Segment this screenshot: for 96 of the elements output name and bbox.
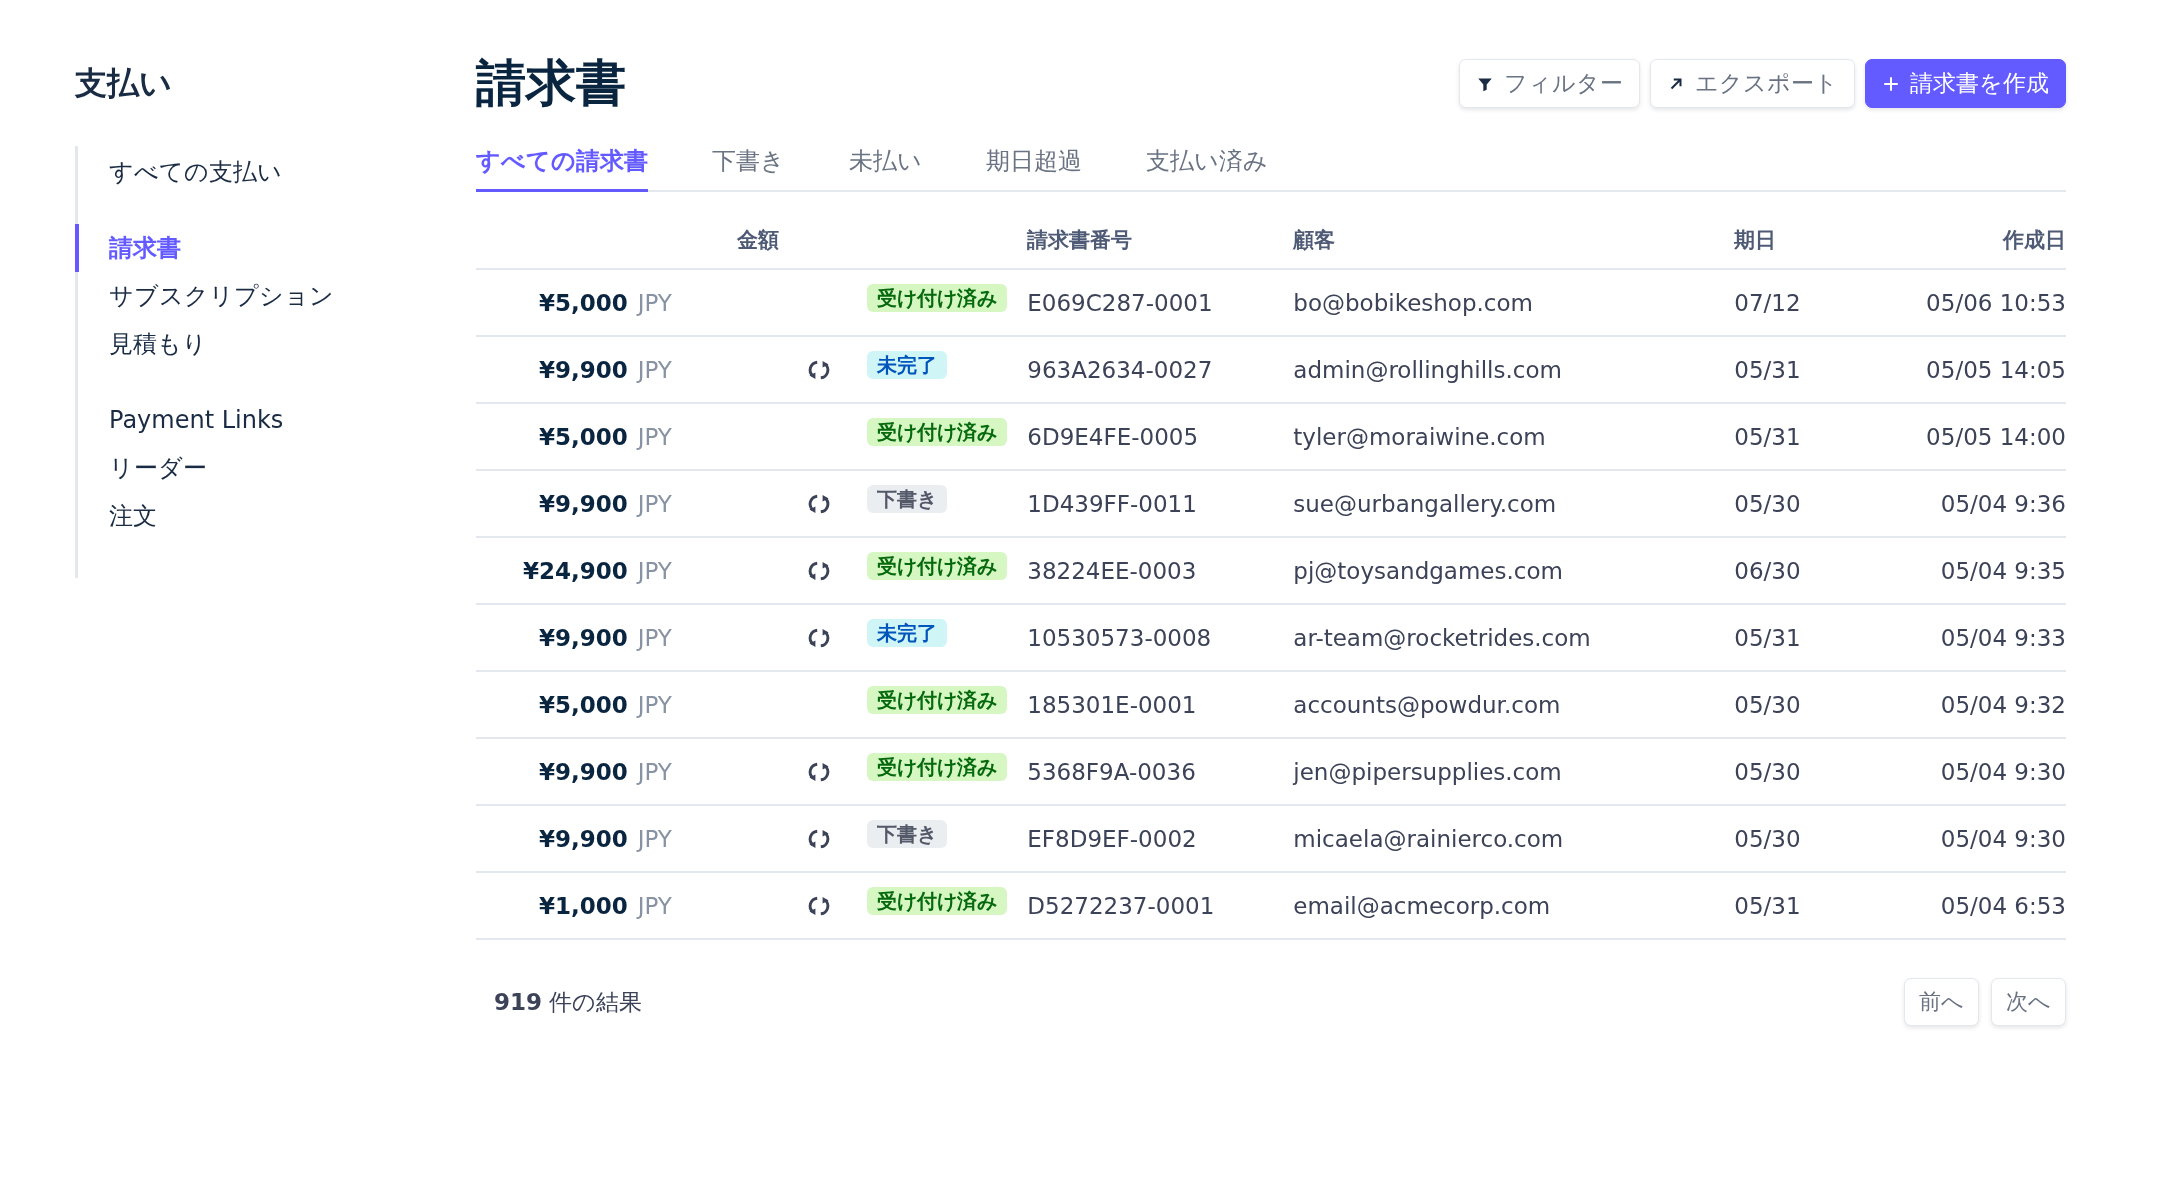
amount-cell: ¥9,900 — [476, 738, 628, 805]
amount-cell: ¥9,900 — [476, 604, 628, 671]
currency-cell: JPY — [627, 269, 780, 336]
created-date-cell: 05/05 14:05 — [1914, 336, 2066, 403]
status-badge: 受け付け済み — [867, 551, 1008, 580]
status-badge: 受け付け済み — [867, 886, 1008, 915]
amount-cell: ¥24,900 — [476, 537, 628, 604]
status-badge: 下書き — [867, 484, 948, 513]
due-date-cell: 06/30 — [1734, 537, 1915, 604]
due-date-cell: 05/31 — [1734, 604, 1915, 671]
tab[interactable]: 未払い — [849, 135, 922, 192]
due-date-cell: 05/31 — [1734, 872, 1915, 939]
currency-cell: JPY — [627, 805, 780, 872]
status-badge: 未完了 — [867, 350, 948, 379]
status-badge: 下書き — [867, 819, 948, 848]
due-date-cell: 05/31 — [1734, 336, 1915, 403]
sidebar-item[interactable]: Payment Links — [75, 396, 476, 444]
tab[interactable]: 期日超過 — [986, 135, 1082, 192]
status-badge: 受け付け済み — [867, 417, 1008, 446]
filter-button[interactable]: フィルター — [1459, 59, 1640, 108]
created-date-cell: 05/05 14:00 — [1914, 403, 2066, 470]
due-date-cell: 05/30 — [1734, 470, 1915, 537]
plus-icon — [1882, 74, 1900, 93]
sidebar-item[interactable]: 注文 — [75, 492, 476, 540]
customer-cell: email@acmecorp.com — [1293, 872, 1735, 939]
amount-cell: ¥9,900 — [476, 336, 628, 403]
due-date-cell: 05/30 — [1734, 671, 1915, 738]
customer-cell: jen@pipersupplies.com — [1293, 738, 1735, 805]
invoice-number-cell: E069C287-0001 — [1027, 269, 1294, 336]
export-button[interactable]: エクスポート — [1650, 59, 1855, 108]
sidebar-item[interactable]: リーダー — [75, 444, 476, 492]
due-date-cell: 07/12 — [1734, 269, 1915, 336]
column-header: 金額 — [476, 214, 780, 269]
currency-cell: JPY — [627, 872, 780, 939]
due-date-cell: 05/30 — [1734, 738, 1915, 805]
due-date-cell: 05/30 — [1734, 805, 1915, 872]
invoice-number-cell: D5272237-0001 — [1027, 872, 1294, 939]
customer-cell: tyler@moraiwine.com — [1293, 403, 1735, 470]
pagination-button[interactable]: 次へ — [1991, 978, 2066, 1026]
created-date-cell: 05/04 9:36 — [1914, 470, 2066, 537]
amount-cell: ¥5,000 — [476, 403, 628, 470]
tab[interactable]: 支払い済み — [1146, 135, 1268, 192]
currency-cell: JPY — [627, 470, 780, 537]
amount-cell: ¥1,000 — [476, 872, 628, 939]
status-badge: 受け付け済み — [867, 283, 1008, 312]
amount-cell: ¥5,000 — [476, 671, 628, 738]
status-badge: 受け付け済み — [867, 752, 1008, 781]
amount-cell: ¥9,900 — [476, 470, 628, 537]
created-date-cell: 05/04 6:53 — [1914, 872, 2066, 939]
due-date-cell: 05/31 — [1734, 403, 1915, 470]
column-header: 期日 — [1734, 214, 1915, 269]
sidebar-item[interactable]: サブスクリプション — [75, 272, 476, 320]
customer-cell: admin@rollinghills.com — [1293, 336, 1735, 403]
customer-cell: ar-team@rocketrides.com — [1293, 604, 1735, 671]
currency-cell: JPY — [627, 604, 780, 671]
column-header: 顧客 — [1293, 214, 1735, 269]
invoice-number-cell: 963A2634-0027 — [1027, 336, 1294, 403]
create-button[interactable]: 請求書を作成 — [1865, 59, 2066, 108]
tab[interactable]: 下書き — [712, 135, 785, 192]
amount-cell: ¥9,900 — [476, 805, 628, 872]
sidebar-title: 支払い — [75, 63, 173, 104]
created-date-cell: 05/04 9:35 — [1914, 537, 2066, 604]
created-date-cell: 05/04 9:30 — [1914, 805, 2066, 872]
created-date-cell: 05/06 10:53 — [1914, 269, 2066, 336]
tab[interactable]: すべての請求書 — [476, 135, 648, 192]
created-date-cell: 05/04 9:33 — [1914, 604, 2066, 671]
status-badge: 受け付け済み — [867, 685, 1008, 714]
customer-cell: micaela@rainierco.com — [1293, 805, 1735, 872]
sidebar-item[interactable]: すべての支払い — [75, 148, 476, 196]
invoice-number-cell: 1D439FF-0011 — [1027, 470, 1294, 537]
invoice-number-cell: 38224EE-0003 — [1027, 537, 1294, 604]
invoice-number-cell: 6D9E4FE-0005 — [1027, 403, 1294, 470]
currency-cell: JPY — [627, 336, 780, 403]
currency-cell: JPY — [627, 403, 780, 470]
customer-cell: accounts@powdur.com — [1293, 671, 1735, 738]
sidebar-item[interactable]: 請求書 — [75, 224, 476, 272]
customer-cell: sue@urbangallery.com — [1293, 470, 1735, 537]
invoice-number-cell: EF8D9EF-0002 — [1027, 805, 1294, 872]
invoice-number-cell: 5368F9A-0036 — [1027, 738, 1294, 805]
column-header: 請求書番号 — [1027, 214, 1294, 269]
currency-cell: JPY — [627, 671, 780, 738]
page-title: 請求書 — [476, 53, 626, 114]
sidebar-item[interactable]: 見積もり — [75, 320, 476, 368]
currency-cell: JPY — [627, 738, 780, 805]
column-header: 作成日 — [1914, 214, 2066, 269]
created-date-cell: 05/04 9:32 — [1914, 671, 2066, 738]
invoice-number-cell: 10530573-0008 — [1027, 604, 1294, 671]
currency-cell: JPY — [627, 537, 780, 604]
customer-cell: pj@toysandgames.com — [1293, 537, 1735, 604]
pagination-button[interactable]: 前へ — [1904, 978, 1979, 1026]
created-date-cell: 05/04 9:30 — [1914, 738, 2066, 805]
amount-cell: ¥5,000 — [476, 269, 628, 336]
customer-cell: bo@bobikeshop.com — [1293, 269, 1735, 336]
status-badge: 未完了 — [867, 618, 948, 647]
result-count: 919 件の結果 — [494, 987, 643, 1017]
invoice-number-cell: 185301E-0001 — [1027, 671, 1294, 738]
